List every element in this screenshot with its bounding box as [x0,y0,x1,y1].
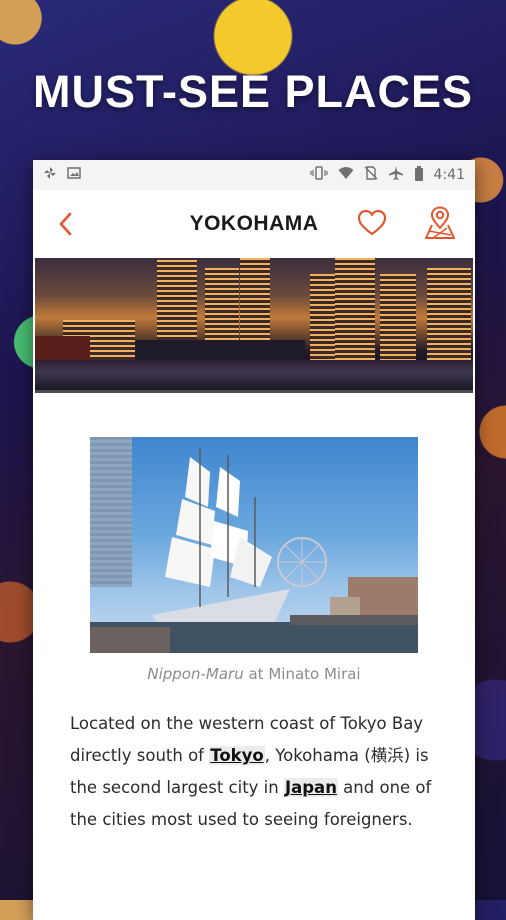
link-tokyo[interactable]: Tokyo [209,746,265,765]
image-icon [67,166,81,184]
airplane-icon [388,166,404,184]
no-sim-icon [364,166,378,184]
app-bar: YOKOHAMA [33,190,475,258]
status-bar: 4:41 [33,160,475,190]
article-text: Located on the western coast of Tokyo Ba… [70,708,450,836]
favorite-button[interactable] [357,208,387,238]
caption-location: at Minato Mirai [243,665,361,683]
promo-title: MUST-SEE PLACES [32,66,474,117]
wifi-icon [338,166,354,184]
map-pin-icon [423,206,457,244]
heart-icon [357,209,387,242]
phone-screen: 4:41 YOKOHAMA Nippon-Maru at Minato Mira… [33,160,475,920]
nippon-maru-photo [90,437,418,653]
map-button[interactable] [423,206,457,240]
battery-icon [414,165,424,185]
caption-ship-name: Nippon-Maru [147,665,244,683]
link-japan[interactable]: Japan [283,778,338,797]
vibrate-icon [309,166,328,184]
city-banner-image [35,258,473,393]
page-title: YOKOHAMA [189,212,319,235]
pinwheel-icon [43,166,57,184]
status-time: 4:41 [433,167,465,183]
photo-caption: Nippon-Maru at Minato Mirai [33,665,475,683]
